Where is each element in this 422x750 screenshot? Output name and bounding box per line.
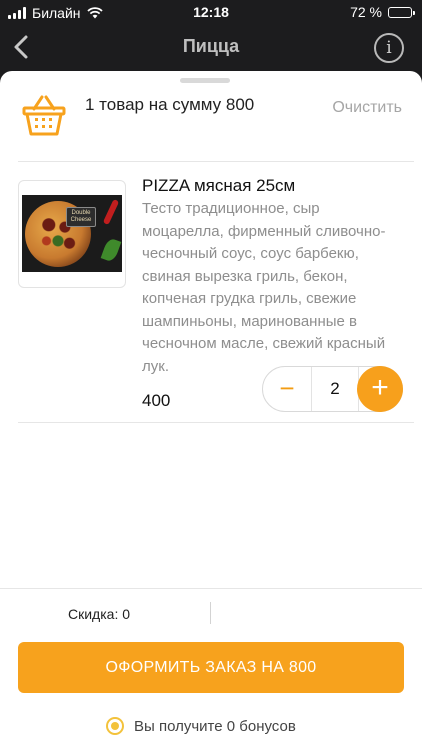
quantity-stepper: − 2 + [262, 366, 403, 412]
status-bar: Билайн 12:18 72 % [0, 0, 422, 26]
quantity-value: 2 [311, 367, 359, 411]
divider [0, 588, 422, 589]
product-price: 400 [142, 391, 171, 410]
product-image[interactable]: Double Cheese [18, 180, 126, 288]
product-title: PIZZA мясная 25см [142, 176, 296, 195]
discount-label: Скидка: 0 [68, 606, 131, 622]
product-description: Тесто традиционное, сыр моцарелла, фирме… [142, 200, 386, 375]
bonus-info: Вы получите 0 бонусов [106, 717, 296, 735]
pepper-decoration [102, 198, 120, 226]
status-right: 72 % [350, 4, 415, 20]
bonus-text: Вы получите 0 бонусов [134, 717, 296, 735]
battery-icon [388, 6, 415, 18]
divider [18, 422, 414, 423]
increase-button[interactable]: + [357, 366, 403, 412]
info-button[interactable]: i [374, 33, 404, 63]
divider [18, 161, 414, 162]
leaf-decoration [100, 237, 122, 263]
page-title: Пицца [182, 36, 240, 56]
battery-percent: 72 % [350, 4, 382, 20]
clear-cart-button[interactable]: Очистить [332, 99, 402, 117]
checkout-button[interactable]: ОФОРМИТЬ ЗАКАЗ НА 800 [18, 642, 404, 693]
pizza-photo: Double Cheese [22, 195, 122, 272]
basket-icon [22, 95, 66, 136]
image-badge: Double Cheese [66, 207, 96, 227]
cart-sheet: 1 товар на сумму 800 Очистить Double Che… [0, 71, 422, 750]
cart-summary: 1 товар на сумму 800 [85, 95, 255, 114]
coin-icon [106, 717, 124, 735]
nav-bar: Пицца i [0, 26, 422, 70]
cart-header: 1 товар на сумму 800 Очистить [0, 71, 422, 161]
decrease-button[interactable]: − [263, 367, 311, 411]
footer-divider [210, 602, 211, 624]
